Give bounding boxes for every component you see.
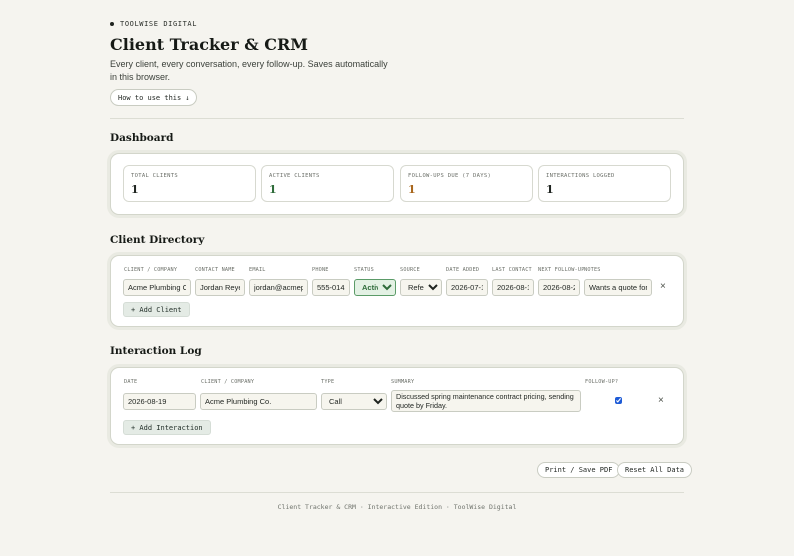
col-head-date-added: DATE ADDED <box>446 267 480 273</box>
brand: TOOLWISE DIGITAL <box>110 20 197 28</box>
email-input[interactable] <box>249 279 308 296</box>
log-client-input[interactable] <box>200 393 317 410</box>
add-interaction-button[interactable]: + Add Interaction <box>123 420 211 435</box>
notes-input[interactable] <box>584 279 652 296</box>
page-subtitle: Every client, every conversation, every … <box>110 59 388 82</box>
stat-label: TOTAL CLIENTS <box>131 173 178 179</box>
dashboard-title: Dashboard <box>110 132 174 144</box>
stat-value: 1 <box>131 183 139 196</box>
contact-name-input[interactable] <box>195 279 245 296</box>
next-follow-up-input[interactable] <box>538 279 580 296</box>
follow-up-checkbox[interactable] <box>615 397 622 404</box>
log-title: Interaction Log <box>110 345 202 357</box>
client-company-input[interactable] <box>123 279 191 296</box>
date-added-input[interactable] <box>446 279 488 296</box>
remove-interaction-icon[interactable]: × <box>658 396 664 406</box>
stat-label: INTERACTIONS LOGGED <box>546 173 615 179</box>
last-contact-input[interactable] <box>492 279 534 296</box>
directory-card: CLIENT / COMPANY CONTACT NAME EMAIL PHON… <box>110 255 684 327</box>
page-title: Client Tracker & CRM <box>110 35 308 54</box>
col-head-summary: SUMMARY <box>391 379 415 385</box>
how-to-use-button[interactable]: How to use this ↓ <box>110 89 198 106</box>
stat-value: 1 <box>269 183 277 196</box>
col-head-status: STATUS <box>354 267 374 273</box>
status-select[interactable]: Active <box>354 279 396 296</box>
footer-divider <box>110 492 684 493</box>
dashboard-card: TOTAL CLIENTS 1 ACTIVE CLIENTS 1 FOLLOW-… <box>110 153 684 215</box>
stat-total-clients: TOTAL CLIENTS 1 <box>123 165 256 202</box>
col-head-email: EMAIL <box>249 267 266 273</box>
col-head-phone: PHONE <box>312 267 329 273</box>
arrow-down-icon: ↓ <box>185 93 190 102</box>
phone-input[interactable] <box>312 279 350 296</box>
col-head-next-follow-up: NEXT FOLLOW-UP <box>538 267 585 273</box>
log-summary-textarea[interactable]: Discussed spring maintenance contract pr… <box>391 390 581 412</box>
reset-all-data-button[interactable]: Reset All Data <box>617 462 693 478</box>
stat-interactions-logged: INTERACTIONS LOGGED 1 <box>538 165 671 202</box>
col-head-contact: CONTACT NAME <box>195 267 235 273</box>
col-head-source: SOURCE <box>400 267 420 273</box>
add-client-button[interactable]: + Add Client <box>123 302 190 317</box>
col-head-notes: NOTES <box>584 267 601 273</box>
stat-label: ACTIVE CLIENTS <box>269 173 320 179</box>
stat-value: 1 <box>546 183 554 196</box>
log-card: DATE CLIENT / COMPANY TYPE SUMMARY FOLLO… <box>110 367 684 445</box>
col-head-date: DATE <box>124 379 138 385</box>
how-to-use-label: How to use this <box>118 93 182 102</box>
source-select[interactable]: Referral <box>400 279 442 296</box>
divider <box>110 118 684 119</box>
col-head-follow-up: FOLLOW-UP? <box>585 379 619 385</box>
stat-value: 1 <box>408 183 416 196</box>
brand-dot-icon <box>110 22 114 26</box>
col-head-last-contact: LAST CONTACT <box>492 267 532 273</box>
directory-title: Client Directory <box>110 234 205 246</box>
stat-label: FOLLOW-UPS DUE (7 DAYS) <box>408 173 492 179</box>
stat-follow-ups-due: FOLLOW-UPS DUE (7 DAYS) 1 <box>400 165 533 202</box>
log-type-select[interactable]: Call <box>321 393 387 410</box>
remove-client-icon[interactable]: × <box>660 282 666 292</box>
brand-label: TOOLWISE DIGITAL <box>120 20 198 28</box>
col-head-type: TYPE <box>321 379 335 385</box>
col-head-company: CLIENT / COMPANY <box>124 267 178 273</box>
print-save-pdf-button[interactable]: Print / Save PDF <box>537 462 621 478</box>
footer-text: Client Tracker & CRM · Interactive Editi… <box>277 503 517 511</box>
stat-active-clients: ACTIVE CLIENTS 1 <box>261 165 394 202</box>
log-date-input[interactable] <box>123 393 196 410</box>
col-head-client: CLIENT / COMPANY <box>201 379 255 385</box>
